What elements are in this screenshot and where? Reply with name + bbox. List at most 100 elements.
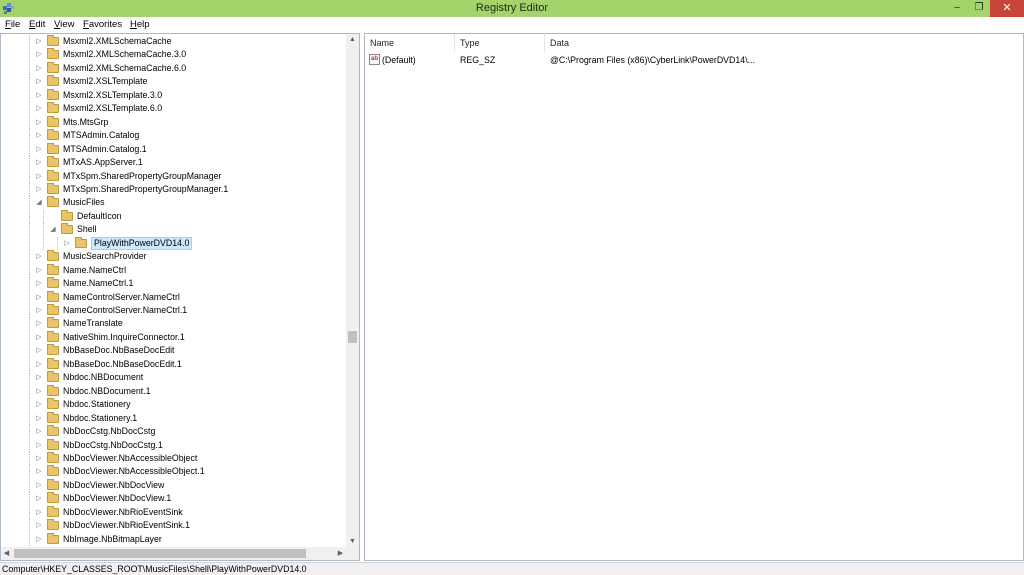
- tree-item[interactable]: ▷ MTxSpm.SharedPropertyGroupManager.1: [1, 182, 346, 196]
- tree-item[interactable]: ◢ MusicFiles: [1, 196, 346, 210]
- collapsed-arrow-icon[interactable]: ▷: [35, 398, 43, 411]
- collapsed-arrow-icon[interactable]: ▷: [35, 371, 43, 384]
- tree-item[interactable]: ▷ MTxAS.AppServer.1: [1, 156, 346, 170]
- collapsed-arrow-icon[interactable]: ▷: [35, 452, 43, 465]
- tree-item[interactable]: ▷ NbDocCstg.NbDocCstg.1: [1, 438, 346, 452]
- collapsed-arrow-icon[interactable]: ▷: [35, 465, 43, 478]
- collapsed-arrow-icon[interactable]: ▷: [35, 48, 43, 61]
- collapsed-arrow-icon[interactable]: ▷: [35, 425, 43, 438]
- scroll-down-arrow-icon[interactable]: ▼: [346, 536, 359, 547]
- menu-favorites[interactable]: Favorites: [83, 18, 122, 31]
- scroll-up-arrow-icon[interactable]: ▲: [346, 34, 359, 45]
- folder-icon: [47, 75, 59, 87]
- tree-item[interactable]: ▷ Msxml2.XSLTemplate.6.0: [1, 102, 346, 116]
- collapsed-arrow-icon[interactable]: ▷: [35, 519, 43, 532]
- column-header-type[interactable]: Type: [455, 34, 545, 52]
- close-button[interactable]: ✕: [990, 0, 1024, 17]
- tree-item[interactable]: ▷ MTSAdmin.Catalog.1: [1, 142, 346, 156]
- tree-item[interactable]: ▷ Name.NameCtrl: [1, 263, 346, 277]
- collapsed-arrow-icon[interactable]: ▷: [35, 62, 43, 75]
- tree-vertical-scrollbar[interactable]: ▲ ▼: [346, 34, 359, 547]
- tree-item[interactable]: ▷ NbDocViewer.NbRioEventSink: [1, 505, 346, 519]
- collapsed-arrow-icon[interactable]: ▷: [35, 506, 43, 519]
- expanded-arrow-icon[interactable]: ◢: [49, 223, 57, 236]
- column-header-name[interactable]: Name: [365, 34, 455, 52]
- collapsed-arrow-icon[interactable]: ▷: [35, 304, 43, 317]
- collapsed-arrow-icon[interactable]: ▷: [35, 183, 43, 196]
- menu-file[interactable]: File: [5, 18, 20, 31]
- collapsed-arrow-icon[interactable]: ▷: [35, 317, 43, 330]
- column-header-data[interactable]: Data: [545, 34, 1023, 52]
- values-pane[interactable]: Name Type Data ab (Default) REG_SZ @C:\P…: [364, 33, 1024, 561]
- tree-item[interactable]: ▷ NameTranslate: [1, 317, 346, 331]
- folder-icon: [47, 398, 59, 410]
- tree-horizontal-scrollbar[interactable]: ◀ ▶: [1, 547, 346, 560]
- tree-item[interactable]: ▷ MusicSearchProvider: [1, 250, 346, 264]
- tree-item[interactable]: ▷ Name.NameCtrl.1: [1, 277, 346, 291]
- menu-help[interactable]: Help: [130, 18, 150, 31]
- collapsed-arrow-icon[interactable]: ▷: [35, 492, 43, 505]
- collapsed-arrow-icon[interactable]: ▷: [35, 439, 43, 452]
- tree-guide-line: [29, 129, 30, 143]
- collapsed-arrow-icon[interactable]: ▷: [35, 358, 43, 371]
- collapsed-arrow-icon[interactable]: ▷: [35, 116, 43, 129]
- maximize-button[interactable]: ❐: [968, 0, 990, 17]
- tree-item[interactable]: ▷ NbImage.NbBitmapLayer: [1, 532, 346, 546]
- tree-item[interactable]: ▷ Nbdoc.NBDocument.1: [1, 384, 346, 398]
- tree-item[interactable]: ▷ NativeShim.InquireConnector.1: [1, 330, 346, 344]
- tree-item[interactable]: ▷ Msxml2.XMLSchemaCache.3.0: [1, 48, 346, 62]
- tree-item[interactable]: ▷ MTxSpm.SharedPropertyGroupManager: [1, 169, 346, 183]
- tree-item[interactable]: ▷ NameControlServer.NameCtrl: [1, 290, 346, 304]
- tree-item[interactable]: ▷ NbBaseDoc.NbBaseDocEdit: [1, 344, 346, 358]
- tree-item[interactable]: ▷ NbBaseDoc.NbBaseDocEdit.1: [1, 357, 346, 371]
- tree-item[interactable]: ▷ Msxml2.XMLSchemaCache: [1, 35, 346, 48]
- tree-item[interactable]: ▷ NbDocViewer.NbAccessibleObject: [1, 451, 346, 465]
- collapsed-arrow-icon[interactable]: ▷: [35, 264, 43, 277]
- tree-item[interactable]: ▷ Nbdoc.NBDocument: [1, 371, 346, 385]
- collapsed-arrow-icon[interactable]: ▷: [35, 331, 43, 344]
- expanded-arrow-icon[interactable]: ◢: [35, 196, 43, 209]
- vertical-scroll-thumb[interactable]: [348, 331, 357, 343]
- collapsed-arrow-icon[interactable]: ▷: [35, 170, 43, 183]
- minimize-button[interactable]: –: [946, 0, 968, 17]
- tree-item[interactable]: ▷ NameControlServer.NameCtrl.1: [1, 304, 346, 317]
- collapsed-arrow-icon[interactable]: ▷: [35, 102, 43, 115]
- collapsed-arrow-icon[interactable]: ▷: [35, 250, 43, 263]
- tree-item[interactable]: ▷ NbDocViewer.NbDocView.1: [1, 492, 346, 506]
- tree-item[interactable]: ▷ Msxml2.XMLSchemaCache.6.0: [1, 61, 346, 75]
- tree-item[interactable]: ▷ Msxml2.XSLTemplate.3.0: [1, 88, 346, 102]
- collapsed-arrow-icon[interactable]: ▷: [35, 35, 43, 48]
- tree-item[interactable]: ▷ NbDocViewer.NbAccessibleObject.1: [1, 465, 346, 479]
- tree-item[interactable]: ▷ NbDocViewer.NbRioEventSink.1: [1, 519, 346, 533]
- menu-view[interactable]: View: [54, 18, 74, 31]
- scroll-left-arrow-icon[interactable]: ◀: [1, 547, 12, 560]
- collapsed-arrow-icon[interactable]: ▷: [35, 412, 43, 425]
- tree-item[interactable]: ◢ Shell: [1, 223, 346, 237]
- collapsed-arrow-icon[interactable]: ▷: [35, 156, 43, 169]
- tree-item[interactable]: ▷ Mts.MtsGrp: [1, 115, 346, 129]
- collapsed-arrow-icon[interactable]: ▷: [35, 291, 43, 304]
- collapsed-arrow-icon[interactable]: ▷: [35, 143, 43, 156]
- tree-item[interactable]: DefaultIcon: [1, 209, 346, 223]
- tree-item[interactable]: ▷ PlayWithPowerDVD14.0: [1, 236, 346, 250]
- horizontal-scroll-thumb[interactable]: [14, 549, 306, 558]
- tree-item[interactable]: ▷ Nbdoc.Stationery.1: [1, 411, 346, 425]
- collapsed-arrow-icon[interactable]: ▷: [35, 344, 43, 357]
- collapsed-arrow-icon[interactable]: ▷: [35, 533, 43, 546]
- tree-item[interactable]: ▷ MTSAdmin.Catalog: [1, 129, 346, 143]
- tree-item[interactable]: ▷ Msxml2.XSLTemplate: [1, 75, 346, 89]
- collapsed-arrow-icon[interactable]: ▷: [35, 89, 43, 102]
- scroll-right-arrow-icon[interactable]: ▶: [335, 547, 346, 560]
- collapsed-arrow-icon[interactable]: ▷: [35, 75, 43, 88]
- collapsed-arrow-icon[interactable]: ▷: [63, 237, 71, 250]
- tree-item[interactable]: ▷ Nbdoc.Stationery: [1, 398, 346, 412]
- collapsed-arrow-icon[interactable]: ▷: [35, 129, 43, 142]
- collapsed-arrow-icon[interactable]: ▷: [35, 385, 43, 398]
- collapsed-arrow-icon[interactable]: ▷: [35, 277, 43, 290]
- tree-item[interactable]: ▷ NbDocViewer.NbDocView: [1, 478, 346, 492]
- tree-item[interactable]: ▷ NbDocCstg.NbDocCstg: [1, 425, 346, 439]
- value-row[interactable]: ab (Default) REG_SZ @C:\Program Files (x…: [365, 53, 1023, 67]
- collapsed-arrow-icon[interactable]: ▷: [35, 479, 43, 492]
- key-tree-pane[interactable]: ▷ Msxml2.XMLSchemaCache ▷ Msxml2.XMLSchemaC…: [0, 33, 360, 561]
- menu-edit[interactable]: Edit: [29, 18, 45, 31]
